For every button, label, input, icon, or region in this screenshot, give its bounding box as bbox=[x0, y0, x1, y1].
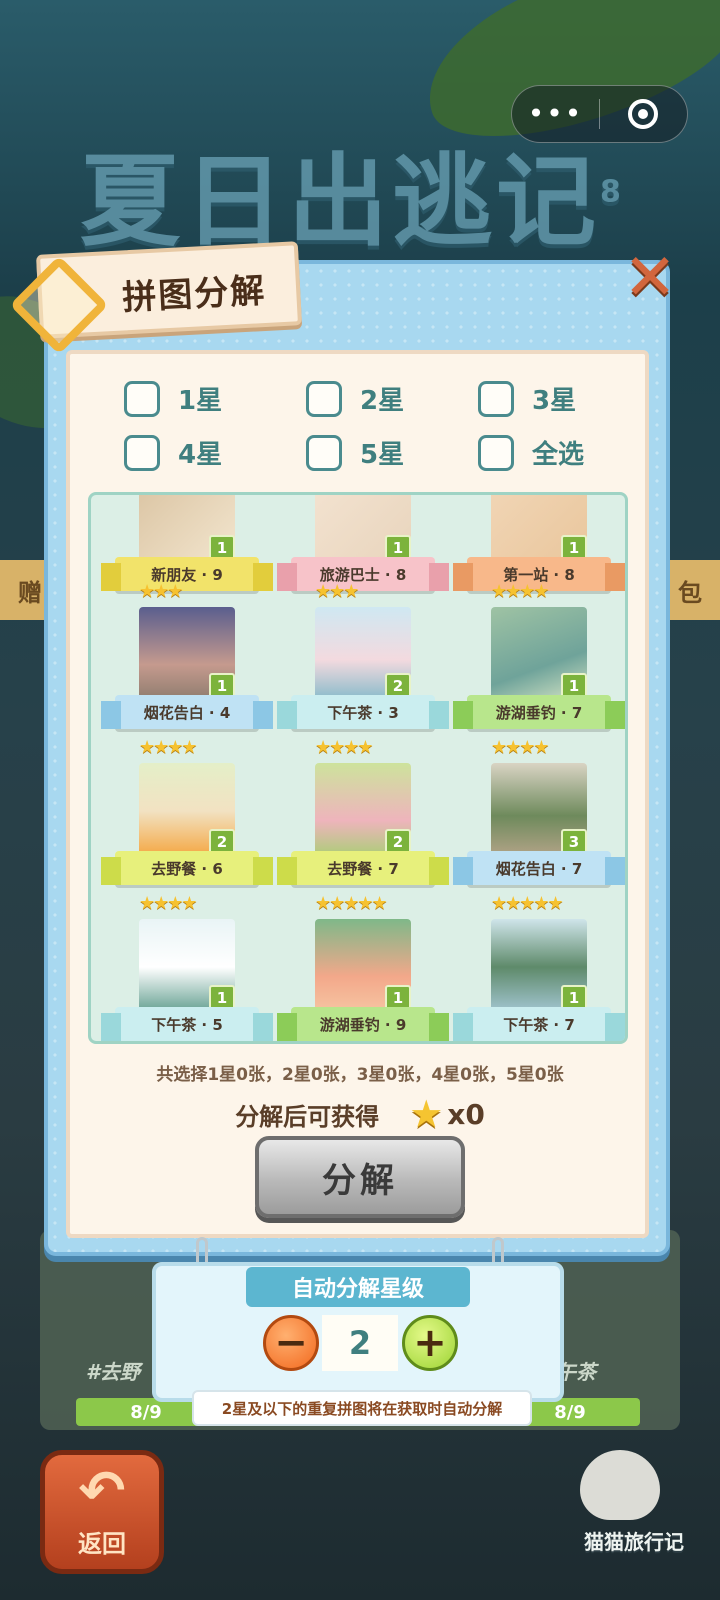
card-name-ribbon: 下午茶 · 3 bbox=[277, 695, 449, 729]
checkbox-icon[interactable] bbox=[306, 434, 342, 471]
star-icon: ★ bbox=[409, 1092, 444, 1136]
modal-title: 拼图分解 bbox=[121, 270, 268, 319]
puzzle-card[interactable]: ★★★★ 2 去野餐 · 7 bbox=[277, 737, 461, 897]
filter-4-star[interactable]: 4星 bbox=[124, 434, 222, 471]
plus-button[interactable]: + bbox=[402, 1315, 458, 1371]
star-rating: ★★★★ bbox=[315, 737, 374, 758]
filter-label: 全选 bbox=[532, 440, 585, 470]
auto-decompose-hint: 2星及以下的重复拼图将在获取时自动分解 bbox=[192, 1390, 532, 1426]
star-rating: ★★★ bbox=[139, 581, 183, 602]
card-name-ribbon: 下午茶 · 7 bbox=[453, 1007, 625, 1041]
auto-decompose-title: 自动分解星级 bbox=[246, 1267, 470, 1307]
filter-1-star[interactable]: 1星 bbox=[124, 380, 222, 417]
filter-label: 4星 bbox=[178, 440, 223, 470]
star-rating: ★★★★ bbox=[491, 581, 550, 602]
filter-label: 3星 bbox=[532, 386, 577, 416]
back-button[interactable]: ↶ 返回 bbox=[40, 1450, 164, 1574]
filter-3-star[interactable]: 3星 bbox=[478, 380, 576, 417]
puzzle-card[interactable]: ★★★★ 2 去野餐 · 6 bbox=[101, 737, 285, 897]
cat-mascot-icon bbox=[580, 1450, 660, 1520]
card-name-ribbon: 去野餐 · 6 bbox=[101, 851, 273, 885]
reward-row: 分解后可获得 ★ x0 bbox=[0, 1092, 720, 1136]
puzzle-card[interactable]: ★★★★ 1 下午茶 · 5 bbox=[101, 893, 285, 1041]
checkbox-icon[interactable] bbox=[124, 380, 160, 417]
reward-label: 分解后可获得 bbox=[235, 1102, 380, 1131]
card-name-ribbon: 游湖垂钓 · 7 bbox=[453, 695, 625, 729]
back-arrow-icon: ↶ bbox=[78, 1459, 126, 1524]
star-rating: ★★★★★ bbox=[315, 893, 388, 914]
reward-value: x0 bbox=[447, 1097, 485, 1131]
miniprogram-capsule: ••• bbox=[511, 85, 688, 143]
puzzle-card[interactable]: ★★★★ 1 游湖垂钓 · 7 bbox=[453, 581, 625, 741]
card-name-ribbon: 烟花告白 · 7 bbox=[453, 851, 625, 885]
checkbox-icon[interactable] bbox=[306, 380, 342, 417]
brand-logo-text: 猫猫旅行记 bbox=[584, 1530, 684, 1554]
card-name-ribbon: 烟花告白 · 4 bbox=[101, 695, 273, 729]
filter-5-star[interactable]: 5星 bbox=[306, 434, 404, 471]
puzzle-card[interactable]: ★★★★★ 1 游湖垂钓 · 9 bbox=[277, 893, 461, 1041]
selection-summary: 共选择1星0张，2星0张，3星0张，4星0张，5星0张 bbox=[156, 1065, 564, 1085]
checkbox-icon[interactable] bbox=[124, 434, 160, 471]
card-name-ribbon: 去野餐 · 7 bbox=[277, 851, 449, 885]
star-rating: ★★★★★ bbox=[491, 893, 564, 914]
card-name-ribbon: 下午茶 · 5 bbox=[101, 1007, 273, 1041]
puzzle-card[interactable]: ★★★★★ 1 下午茶 · 7 bbox=[453, 893, 625, 1041]
puzzle-card-grid: 1 新朋友 · 9 1 旅游巴士 · 8 1 第一站 · 8 ★★★ 1 烟花告… bbox=[88, 492, 628, 1044]
checkbox-icon[interactable] bbox=[478, 434, 514, 471]
auto-star-level-value: 2 bbox=[322, 1315, 398, 1371]
star-rating: ★★★★ bbox=[139, 893, 198, 914]
back-button-label: 返回 bbox=[78, 1530, 126, 1558]
filter-label: 2星 bbox=[360, 386, 405, 416]
more-menu-icon[interactable]: ••• bbox=[512, 85, 599, 143]
minus-button[interactable]: − bbox=[263, 1315, 319, 1371]
decompose-button[interactable]: 分解 bbox=[255, 1136, 465, 1218]
star-rating: ★★★★ bbox=[139, 737, 198, 758]
filter-label: 1星 bbox=[178, 386, 223, 416]
puzzle-card[interactable]: ★★★★ 3 烟花告白 · 7 bbox=[453, 737, 625, 897]
close-icon[interactable]: ✕ bbox=[620, 246, 680, 310]
star-rating: ★★★ bbox=[315, 581, 359, 602]
filter-label: 5星 bbox=[360, 440, 405, 470]
star-rating: ★★★★ bbox=[491, 737, 550, 758]
filter-2-star[interactable]: 2星 bbox=[306, 380, 404, 417]
puzzle-card[interactable]: ★★★ 1 烟花告白 · 4 bbox=[101, 581, 285, 741]
close-miniprogram-icon[interactable] bbox=[600, 99, 687, 129]
filter-select-all[interactable]: 全选 bbox=[478, 434, 584, 471]
checkbox-icon[interactable] bbox=[478, 380, 514, 417]
background-strip-label: #去野 bbox=[86, 1360, 140, 1384]
puzzle-card[interactable]: ★★★ 2 下午茶 · 3 bbox=[277, 581, 461, 741]
card-name-ribbon: 游湖垂钓 · 9 bbox=[277, 1007, 449, 1041]
